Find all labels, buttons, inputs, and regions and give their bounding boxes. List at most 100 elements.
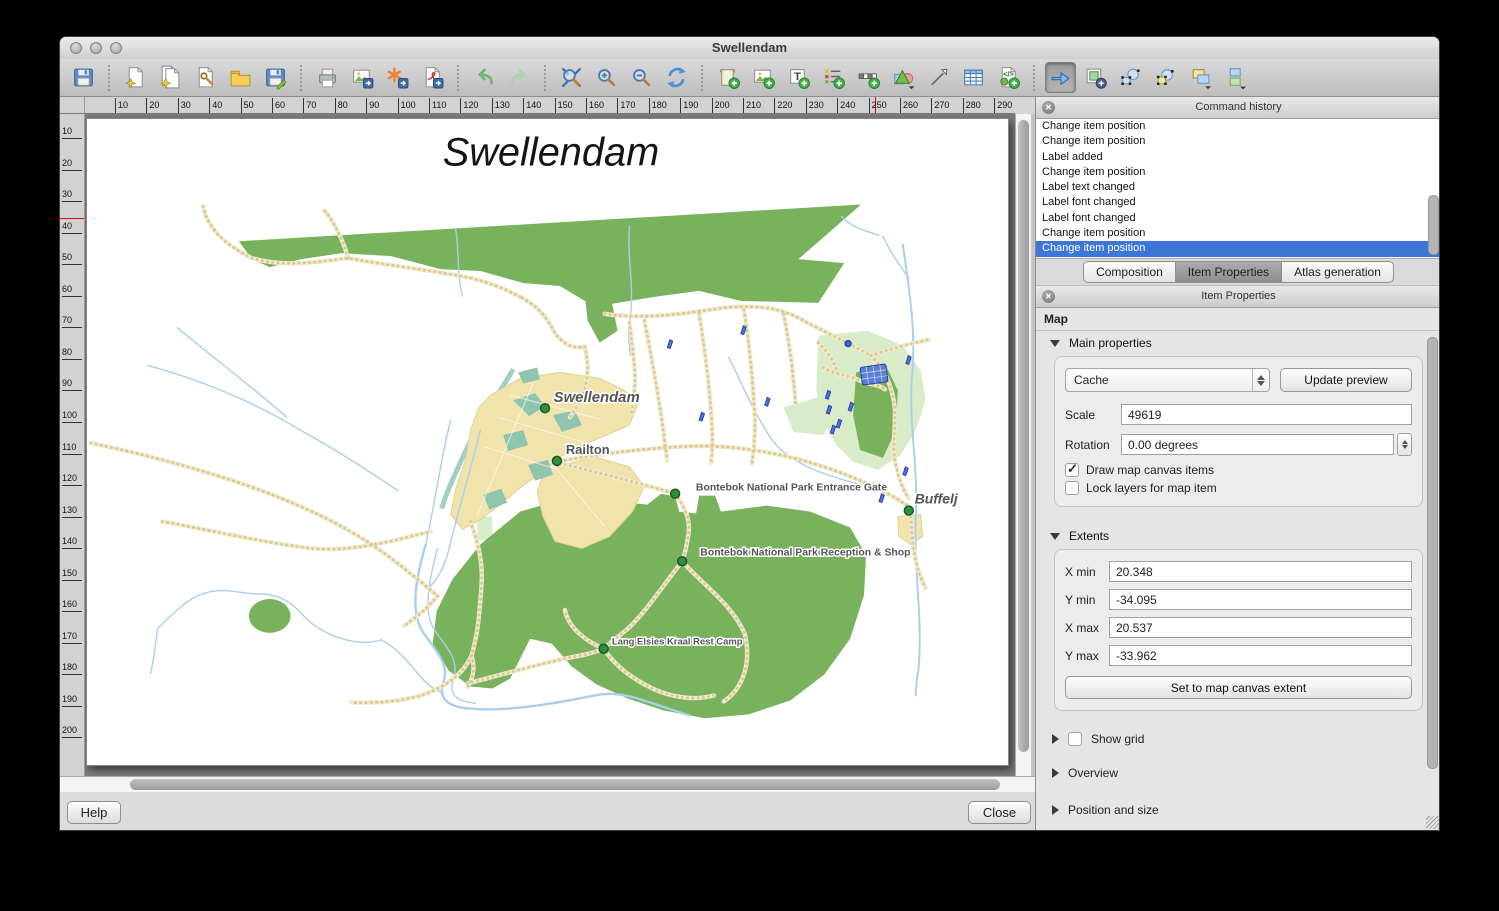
ruler-tick: 50 bbox=[62, 251, 82, 265]
command-history-item[interactable]: Label text changed bbox=[1036, 180, 1440, 195]
export-as-svg-button[interactable] bbox=[382, 62, 413, 93]
refresh-view-button[interactable] bbox=[661, 62, 692, 93]
main-properties-section-header[interactable]: Main properties bbox=[1050, 336, 1425, 350]
dock-tabs: Composition Item Properties Atlas genera… bbox=[1036, 259, 1440, 286]
move-item-content-button[interactable] bbox=[1080, 62, 1111, 93]
add-shape-button[interactable] bbox=[888, 62, 919, 93]
redo-button[interactable] bbox=[504, 62, 535, 93]
command-history-item[interactable]: Change item position bbox=[1036, 165, 1440, 180]
paper[interactable]: Swellendam Railton Bontebok National Par… bbox=[86, 118, 1009, 766]
raise-lower-items-button[interactable] bbox=[1185, 62, 1216, 93]
duplicate-composition-button[interactable] bbox=[155, 62, 186, 93]
expand-triangle-icon bbox=[1052, 734, 1059, 744]
add-new-map-button[interactable] bbox=[713, 62, 744, 93]
toolbar-separator bbox=[1033, 65, 1036, 91]
composition-canvas[interactable]: Swellendam Railton Bontebok National Par… bbox=[85, 114, 1015, 776]
expand-triangle-icon bbox=[1052, 805, 1059, 815]
add-scalebar-button[interactable] bbox=[853, 62, 884, 93]
item-properties-title: Item Properties bbox=[1201, 290, 1276, 302]
load-from-template-button[interactable] bbox=[225, 62, 256, 93]
overview-section[interactable]: Overview bbox=[1052, 766, 1425, 780]
command-history-item[interactable]: Label font changed bbox=[1036, 195, 1440, 210]
x-min-input[interactable]: 20.348 bbox=[1109, 561, 1412, 582]
save-as-template-button[interactable] bbox=[260, 62, 291, 93]
toolbar-separator bbox=[701, 65, 704, 91]
draw-map-canvas-items-label: Draw map canvas items bbox=[1086, 463, 1214, 477]
add-attribute-table-button[interactable] bbox=[958, 62, 989, 93]
resize-grip[interactable] bbox=[1426, 816, 1439, 829]
command-history-item[interactable]: Label added bbox=[1036, 150, 1440, 165]
x-max-input[interactable]: 20.537 bbox=[1109, 617, 1412, 638]
ruler-tick: 110 bbox=[62, 441, 82, 455]
new-composition-button[interactable] bbox=[120, 62, 151, 93]
tab-atlas-generation[interactable]: Atlas generation bbox=[1281, 261, 1394, 283]
zoom-in-button[interactable] bbox=[591, 62, 622, 93]
map-item[interactable]: Swellendam Railton Bontebok National Par… bbox=[87, 119, 1008, 765]
history-scrollbar-thumb[interactable] bbox=[1428, 195, 1439, 255]
zoom-full-button[interactable] bbox=[556, 62, 587, 93]
help-button[interactable]: Help bbox=[67, 801, 121, 824]
x-max-label: X max bbox=[1065, 621, 1109, 635]
update-preview-button[interactable]: Update preview bbox=[1280, 368, 1412, 392]
titlebar[interactable]: Swellendam bbox=[60, 37, 1439, 60]
draw-map-canvas-items-checkbox[interactable] bbox=[1065, 463, 1079, 477]
map-label-buffeljags: Buffelj bbox=[915, 491, 959, 507]
edit-nodes-item-button[interactable] bbox=[1115, 62, 1146, 93]
add-image-button[interactable] bbox=[748, 62, 779, 93]
tab-composition[interactable]: Composition bbox=[1083, 261, 1176, 283]
ruler-tick: 100 bbox=[398, 98, 416, 113]
set-to-map-canvas-extent-button[interactable]: Set to map canvas extent bbox=[1065, 676, 1412, 699]
ruler-tick: 110 bbox=[429, 98, 446, 113]
position-and-size-section[interactable]: Position and size bbox=[1052, 803, 1425, 817]
select-move-item-button[interactable] bbox=[1045, 62, 1076, 93]
transform-item-button[interactable] bbox=[1150, 62, 1181, 93]
close-panel-icon[interactable]: ✕ bbox=[1042, 290, 1055, 303]
command-history-list: Change item positionChange item position… bbox=[1036, 119, 1440, 259]
rotation-label: Rotation bbox=[1065, 438, 1121, 452]
rotation-input[interactable]: 0.00 degrees bbox=[1121, 434, 1394, 455]
extents-section-header[interactable]: Extents bbox=[1050, 529, 1425, 543]
canvas-vertical-scrollbar[interactable] bbox=[1015, 114, 1031, 776]
add-arrow-button[interactable] bbox=[923, 62, 954, 93]
scrollbar-thumb[interactable] bbox=[130, 779, 1000, 790]
toolbar-separator bbox=[457, 65, 460, 91]
composition-manager-button[interactable] bbox=[190, 62, 221, 93]
add-html-button[interactable]: </> bbox=[993, 62, 1024, 93]
canvas-horizontal-scrollbar[interactable] bbox=[60, 776, 1035, 792]
add-legend-button[interactable] bbox=[818, 62, 849, 93]
show-grid-section[interactable]: Show grid bbox=[1052, 732, 1425, 746]
dock-scrollbar-thumb[interactable] bbox=[1427, 337, 1438, 769]
add-label-button[interactable]: T bbox=[783, 62, 814, 93]
close-panel-icon[interactable]: ✕ bbox=[1042, 101, 1055, 114]
tab-item-properties[interactable]: Item Properties bbox=[1175, 261, 1282, 283]
print-button[interactable] bbox=[312, 62, 343, 93]
y-min-input[interactable]: -34.095 bbox=[1109, 589, 1412, 610]
command-history-item[interactable]: Label font changed bbox=[1036, 211, 1440, 226]
lock-layers-checkbox[interactable] bbox=[1065, 481, 1079, 495]
undo-button[interactable] bbox=[469, 62, 500, 93]
close-button[interactable]: Close bbox=[968, 801, 1031, 824]
ruler-tick: 60 bbox=[272, 98, 285, 113]
export-as-pdf-button[interactable] bbox=[417, 62, 448, 93]
map-label-reception: Bontebok National Park Reception & Shop bbox=[700, 547, 910, 558]
command-history-item[interactable]: Change item position bbox=[1036, 241, 1440, 256]
screen: Swellendam T bbox=[0, 0, 1499, 911]
command-history-item[interactable]: Change item position bbox=[1036, 134, 1440, 149]
save-composition-button[interactable] bbox=[68, 62, 99, 93]
map-title-label-item[interactable]: Swellendam bbox=[443, 131, 660, 175]
main-area: 1020304050607080901001101201301401501601… bbox=[60, 97, 1439, 830]
item-properties-body: Main properties Cache Update preview Sca… bbox=[1036, 326, 1440, 831]
command-history-item[interactable]: Change item position bbox=[1036, 119, 1440, 134]
y-max-input[interactable]: -33.962 bbox=[1109, 645, 1412, 666]
export-as-image-button[interactable] bbox=[347, 62, 378, 93]
scrollbar-thumb[interactable] bbox=[1018, 120, 1029, 752]
show-grid-checkbox[interactable] bbox=[1068, 732, 1082, 746]
select-stepper-icon bbox=[1252, 369, 1269, 391]
ruler-tick: 170 bbox=[617, 98, 635, 113]
scale-input[interactable]: 49619 bbox=[1121, 404, 1412, 425]
zoom-out-button[interactable] bbox=[626, 62, 657, 93]
rotation-spinner[interactable] bbox=[1397, 433, 1412, 456]
align-items-button[interactable] bbox=[1220, 62, 1251, 93]
cache-mode-select[interactable]: Cache bbox=[1065, 368, 1270, 392]
command-history-item[interactable]: Change item position bbox=[1036, 226, 1440, 241]
